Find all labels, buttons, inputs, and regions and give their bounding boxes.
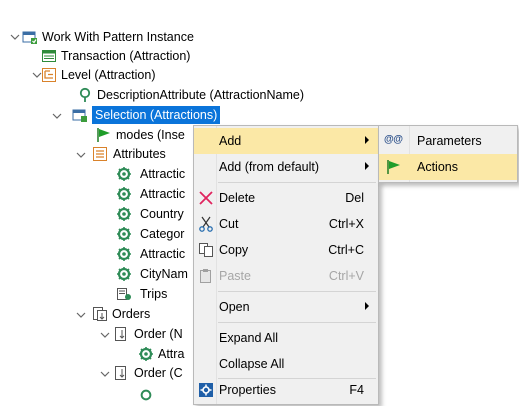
attribute-icon	[117, 167, 131, 181]
tree-trips-label[interactable]: Trips	[140, 286, 167, 302]
menu-item-add[interactable]: Add	[194, 128, 378, 154]
menu-item-delete-label: Delete	[219, 191, 256, 205]
submenu-arrow-icon	[365, 302, 369, 310]
work-with-pattern-icon	[22, 31, 37, 44]
chevron-down-icon[interactable]	[10, 32, 20, 42]
menu-item-collapse-all-label: Collapse All	[219, 357, 285, 371]
menu-item-properties-shortcut: F4	[349, 383, 364, 397]
tree-attribute-item[interactable]: Attractic	[140, 246, 185, 262]
menu-item-cut-shortcut: Ctrl+X	[328, 217, 364, 231]
order-icon	[115, 327, 126, 341]
menu-item-open[interactable]: Open	[194, 294, 378, 320]
chevron-down-icon[interactable]	[52, 111, 62, 121]
properties-icon	[199, 383, 213, 397]
chevron-down-icon[interactable]	[100, 369, 110, 379]
attributes-folder-icon	[93, 147, 107, 161]
menu-item-add-label: Add	[219, 134, 242, 148]
menu-item-add-from-default[interactable]: Add (from default)	[194, 154, 378, 180]
attribute-icon	[117, 227, 131, 241]
description-attribute-icon	[79, 87, 91, 102]
menu-item-paste-label: Paste	[219, 269, 251, 283]
menu-item-add-from-default-label: Add (from default)	[219, 160, 320, 174]
submenu-item-parameters[interactable]: @@ Parameters	[379, 128, 517, 154]
menu-item-collapse-all[interactable]: Collapse All	[194, 351, 378, 377]
menu-item-cut[interactable]: Cut Ctrl+X	[194, 211, 378, 237]
menu-separator	[218, 182, 376, 183]
chevron-down-icon[interactable]	[100, 330, 110, 340]
tree-level-label[interactable]: Level (Attraction)	[61, 67, 155, 83]
tree-selection-label[interactable]: Selection (Attractions)	[95, 107, 217, 123]
menu-item-open-label: Open	[219, 300, 250, 314]
context-menu: Add Add (from default) Delete Del Cut Ct…	[193, 125, 379, 405]
cut-icon	[199, 216, 213, 232]
tree-attribute-item[interactable]: Attractic	[140, 186, 185, 202]
parameters-icon: @@	[384, 134, 403, 145]
subordinated-icon	[117, 288, 131, 300]
submenu-item-actions-label: Actions	[417, 160, 458, 174]
paste-icon	[200, 269, 211, 283]
chevron-down-icon[interactable]	[76, 150, 86, 160]
tree-order-label[interactable]: Order (C	[134, 365, 183, 381]
orders-icon	[93, 307, 107, 321]
menu-item-paste[interactable]: Paste Ctrl+V	[194, 263, 378, 289]
level-icon	[42, 68, 56, 82]
submenu-arrow-icon	[365, 162, 369, 170]
menu-separator	[218, 291, 376, 292]
menu-item-properties[interactable]: Properties F4	[194, 378, 378, 403]
tree-root-label[interactable]: Work With Pattern Instance	[42, 29, 194, 45]
submenu-item-parameters-label: Parameters	[417, 134, 482, 148]
delete-icon	[199, 191, 213, 205]
attribute-icon	[117, 247, 131, 261]
menu-separator	[218, 322, 376, 323]
menu-item-expand-all[interactable]: Expand All	[194, 325, 378, 351]
selection-icon	[72, 109, 87, 122]
flag-icon	[97, 128, 110, 142]
menu-item-copy[interactable]: Copy Ctrl+C	[194, 237, 378, 263]
tree-transaction-label[interactable]: Transaction (Attraction)	[61, 48, 190, 64]
menu-item-copy-label: Copy	[219, 243, 249, 257]
tree-attributes-label[interactable]: Attributes	[113, 146, 166, 162]
menu-item-delete[interactable]: Delete Del	[194, 185, 378, 211]
add-submenu: @@ Parameters Actions	[378, 125, 518, 183]
attribute-icon	[139, 347, 153, 361]
menu-item-copy-shortcut: Ctrl+C	[328, 243, 364, 257]
tree-attribute-item[interactable]: CityNam	[140, 266, 188, 282]
submenu-arrow-icon	[365, 136, 369, 144]
menu-item-expand-all-label: Expand All	[219, 331, 279, 345]
tree-description-attribute-label[interactable]: DescriptionAttribute (AttractionName)	[97, 87, 304, 103]
flag-icon	[387, 160, 400, 174]
menu-item-delete-shortcut: Del	[345, 191, 364, 205]
menu-item-cut-label: Cut	[219, 217, 239, 231]
attribute-icon	[117, 187, 131, 201]
tree-modes-label[interactable]: modes (Inse	[116, 127, 185, 143]
attribute-icon	[117, 207, 131, 221]
menu-item-properties-label: Properties	[219, 383, 276, 397]
menu-item-paste-shortcut: Ctrl+V	[328, 269, 364, 283]
tree-orders-label[interactable]: Orders	[112, 306, 150, 322]
tree-attribute-item[interactable]: Country	[140, 206, 184, 222]
tree-attribute-item[interactable]: Categor	[140, 226, 184, 242]
tree-attribute-item[interactable]: Attractic	[140, 166, 185, 182]
tree-order-attribute-label[interactable]: Attra	[158, 346, 184, 362]
chevron-down-icon[interactable]	[76, 310, 86, 320]
copy-icon	[199, 243, 213, 257]
transaction-icon	[42, 50, 56, 62]
attribute-icon	[140, 389, 152, 401]
tree-order-label[interactable]: Order (N	[134, 326, 183, 342]
attribute-icon	[117, 267, 131, 281]
order-icon	[115, 366, 126, 380]
submenu-item-actions[interactable]: Actions	[379, 154, 517, 180]
